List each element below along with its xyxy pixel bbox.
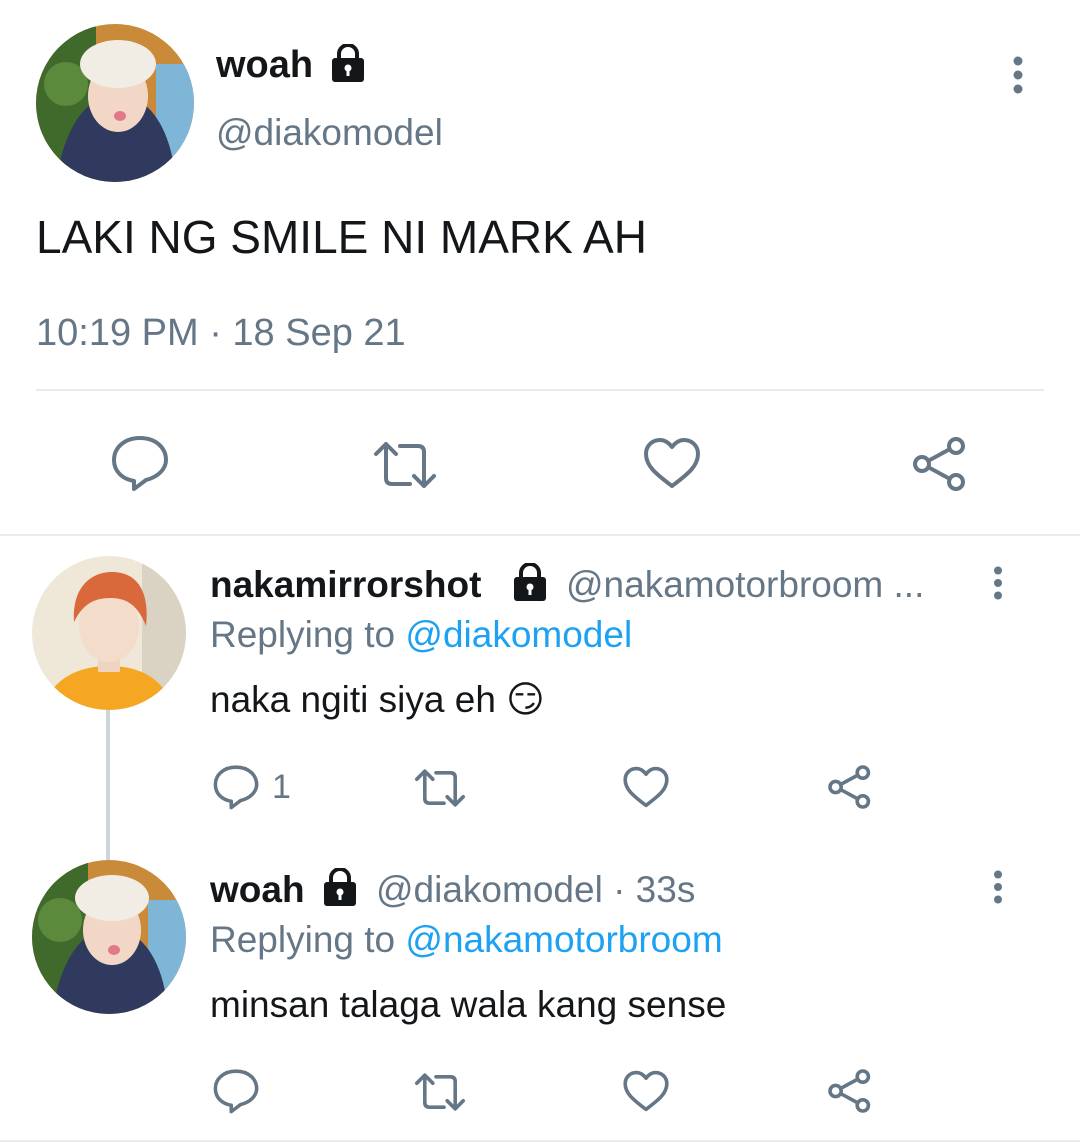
replying-to-label: Replying to xyxy=(210,614,396,655)
divider xyxy=(36,389,1044,391)
main-handle[interactable]: @diakomodel xyxy=(216,112,443,154)
reply-count: 1 xyxy=(272,768,291,806)
lock-icon xyxy=(510,563,550,603)
replying-to-link[interactable]: @nakamotorbroom xyxy=(405,919,722,960)
share-icon[interactable] xyxy=(910,434,970,494)
retweet-icon[interactable] xyxy=(370,438,440,492)
more-options-icon[interactable] xyxy=(989,870,1007,906)
reply-2-text: minsan talaga wala kang sense xyxy=(210,984,727,1025)
thread-line xyxy=(106,708,110,860)
reply-2-handle[interactable]: @diakomodel xyxy=(376,869,603,910)
reply-2-meta: @diakomodel · 33s xyxy=(376,869,695,911)
retweet-icon[interactable] xyxy=(412,766,468,810)
divider xyxy=(0,1140,1080,1142)
reply-icon[interactable] xyxy=(212,764,260,810)
avatar-main[interactable] xyxy=(36,24,194,182)
reply-1-replying-line: Replying to @diakomodel xyxy=(210,614,632,656)
retweet-icon[interactable] xyxy=(412,1070,468,1114)
reply-icon[interactable] xyxy=(212,1068,260,1114)
like-icon[interactable] xyxy=(642,436,702,490)
main-display-name[interactable]: woah xyxy=(216,44,313,87)
reply-1-display-name[interactable]: nakamirrorshot xyxy=(210,564,481,605)
share-icon[interactable] xyxy=(826,1067,874,1115)
share-icon[interactable] xyxy=(826,763,874,811)
divider xyxy=(0,534,1080,536)
reply-icon[interactable] xyxy=(110,434,170,492)
more-options-icon[interactable] xyxy=(1008,56,1028,96)
reply-1-header: nakamirrorshot xyxy=(210,564,481,606)
reply-1-handle[interactable]: @nakamotorbroom ... xyxy=(566,564,924,606)
lock-icon xyxy=(328,44,368,84)
replying-to-link[interactable]: @diakomodel xyxy=(405,614,632,655)
replying-to-label: Replying to xyxy=(210,919,396,960)
reply-2-display-name[interactable]: woah xyxy=(210,869,305,911)
reply-1-text: naka ngiti siya eh 😏 xyxy=(210,679,545,720)
lock-icon xyxy=(320,868,360,908)
main-timestamp[interactable]: 10:19 PM · 18 Sep 21 xyxy=(36,312,406,355)
reply-2-replying-line: Replying to @nakamotorbroom xyxy=(210,919,723,961)
like-icon[interactable] xyxy=(622,765,670,809)
avatar-reply-1[interactable] xyxy=(32,556,186,710)
like-icon[interactable] xyxy=(622,1069,670,1113)
reply-2-time[interactable]: · 33s xyxy=(613,869,695,910)
main-tweet-text: LAKI NG SMILE NI MARK AH xyxy=(36,211,647,263)
avatar-reply-2[interactable] xyxy=(32,860,186,1014)
more-options-icon[interactable] xyxy=(989,566,1007,602)
